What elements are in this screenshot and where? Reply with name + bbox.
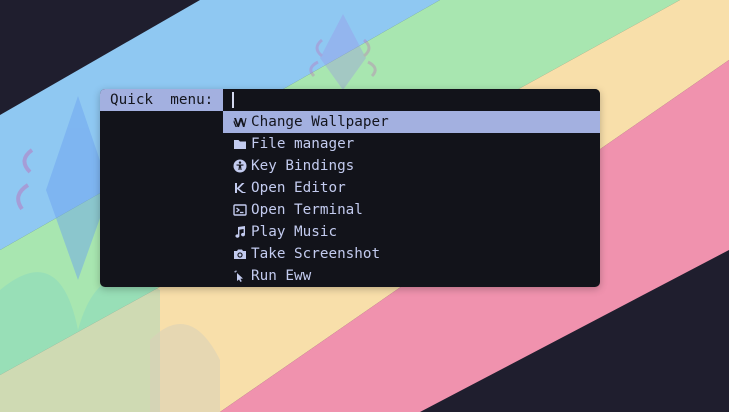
desktop: Quick menu: Change Wallpaper File manager… bbox=[0, 0, 729, 412]
menu-item[interactable]: Open Editor bbox=[223, 177, 600, 199]
menu-item-label: Take Screenshot bbox=[251, 246, 381, 262]
editor-icon bbox=[233, 181, 247, 195]
wallpaper-icon bbox=[233, 115, 247, 129]
folder-icon bbox=[233, 137, 247, 151]
quick-menu-window: Quick menu: Change Wallpaper File manager… bbox=[100, 89, 600, 287]
menu-item-label: Run Eww bbox=[251, 268, 312, 284]
prompt-bar: Quick menu: bbox=[100, 89, 600, 111]
menu-item-label: Key Bindings bbox=[251, 158, 355, 174]
results-list: Change Wallpaper File manager Key Bindings… bbox=[223, 111, 600, 287]
menu-item[interactable]: Change Wallpaper bbox=[223, 111, 600, 133]
menu-item-label: Open Editor bbox=[251, 180, 346, 196]
search-input[interactable] bbox=[223, 89, 600, 111]
camera-icon bbox=[233, 247, 247, 261]
menu-item[interactable]: Run Eww bbox=[223, 265, 600, 287]
menu-item[interactable]: Open Terminal bbox=[223, 199, 600, 221]
menu-item[interactable]: Key Bindings bbox=[223, 155, 600, 177]
music-note-icon bbox=[233, 225, 247, 239]
menu-item[interactable]: Play Music bbox=[223, 221, 600, 243]
accessibility-icon bbox=[233, 159, 247, 173]
text-caret bbox=[232, 92, 234, 108]
menu-item[interactable]: Take Screenshot bbox=[223, 243, 600, 265]
prompt-label: Quick menu: bbox=[100, 89, 223, 111]
pointer-icon bbox=[233, 269, 247, 283]
terminal-icon bbox=[233, 203, 247, 217]
menu-item-label: Open Terminal bbox=[251, 202, 363, 218]
menu-item-label: Play Music bbox=[251, 224, 338, 240]
menu-item[interactable]: File manager bbox=[223, 133, 600, 155]
menu-item-label: File manager bbox=[251, 136, 355, 152]
menu-item-label: Change Wallpaper bbox=[251, 114, 389, 130]
